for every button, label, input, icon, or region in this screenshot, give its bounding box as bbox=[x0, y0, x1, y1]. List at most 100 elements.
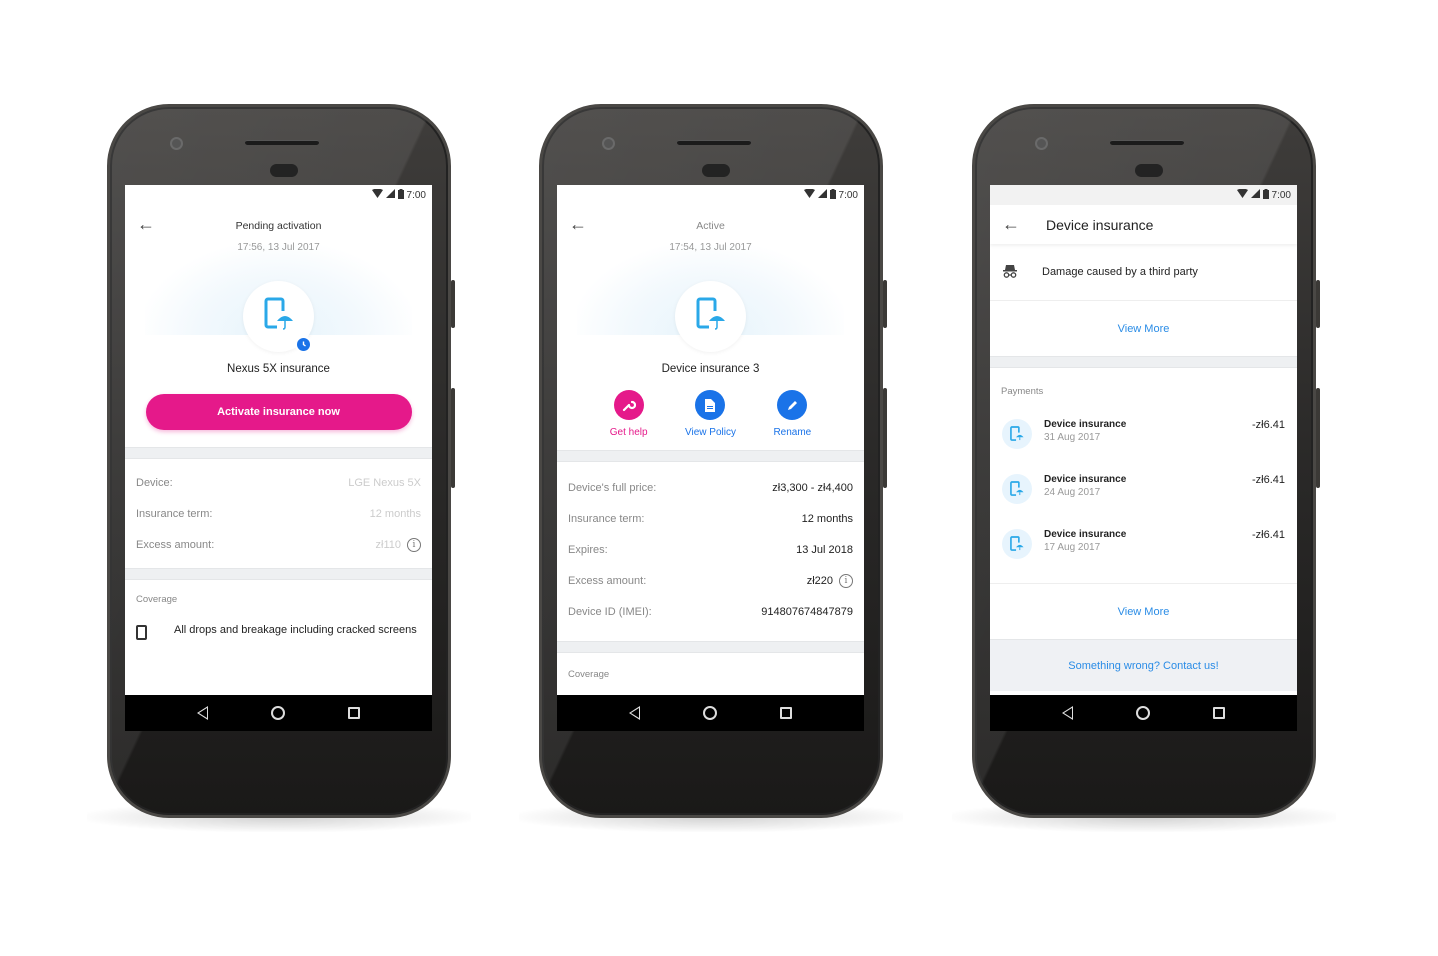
detail-row-full-price: Device's full price: zł3,300 - zł4,400 bbox=[568, 472, 853, 503]
detail-row-expires: Expires: 13 Jul 2018 bbox=[568, 534, 853, 565]
detail-label: Device: bbox=[136, 476, 173, 489]
hero-section: ← Active 17:54, 13 Jul 2017 Device insur… bbox=[557, 205, 864, 380]
section-divider bbox=[990, 356, 1297, 368]
coverage-text: Damage caused by a third party bbox=[1042, 266, 1198, 278]
detail-value: 13 Jul 2018 bbox=[796, 543, 853, 556]
status-title: Pending activation bbox=[235, 220, 322, 232]
nav-home-icon[interactable] bbox=[702, 706, 717, 720]
wrench-icon bbox=[613, 390, 644, 420]
nav-home-icon[interactable] bbox=[1135, 706, 1150, 720]
volume-button bbox=[883, 388, 887, 488]
detail-value: 914807674847879 bbox=[761, 605, 853, 618]
detail-value: zł3,300 - zł4,400 bbox=[772, 481, 853, 494]
wifi-icon bbox=[371, 188, 383, 201]
clock-icon bbox=[295, 336, 312, 353]
payments-label: Payments bbox=[1001, 386, 1044, 397]
action-buttons: Get help View Policy Rename bbox=[557, 390, 864, 438]
phone-umbrella-icon bbox=[696, 297, 726, 336]
payment-row[interactable]: Device insurance 31 Aug 2017 -zł6.41 bbox=[990, 419, 1297, 474]
payment-amount: -zł6.41 bbox=[1251, 529, 1285, 541]
section-divider bbox=[125, 447, 432, 459]
back-arrow-icon[interactable]: ← bbox=[1002, 214, 1020, 235]
detail-value: zł110 bbox=[375, 538, 401, 551]
nav-back-icon[interactable] bbox=[628, 706, 640, 720]
detail-label: Device's full price: bbox=[568, 481, 657, 494]
clock-time: 7:00 bbox=[1271, 189, 1291, 201]
timestamp: 17:54, 13 Jul 2017 bbox=[669, 242, 752, 253]
coverage-item: All drops and breakage including cracked… bbox=[125, 605, 432, 640]
android-nav-bar bbox=[125, 695, 432, 731]
clock-time: 7:00 bbox=[838, 189, 858, 201]
nav-home-icon[interactable] bbox=[270, 706, 285, 720]
power-button bbox=[883, 280, 887, 328]
rename-button[interactable]: Rename bbox=[773, 390, 811, 438]
coverage-item: Damage caused by a third party bbox=[990, 244, 1297, 301]
wifi-icon bbox=[1236, 188, 1248, 201]
detail-label: Insurance term: bbox=[136, 507, 213, 520]
signal-icon bbox=[385, 189, 395, 201]
device-name: Device insurance 3 bbox=[661, 363, 760, 375]
power-button bbox=[1316, 280, 1320, 328]
status-bar: 7:00 bbox=[990, 185, 1297, 205]
view-more-coverage-link[interactable]: View More bbox=[990, 301, 1297, 356]
details-list: Device: LGE Nexus 5X Insurance term: 12 … bbox=[125, 459, 432, 568]
speaker-grille bbox=[677, 140, 751, 145]
activate-insurance-button[interactable]: Activate insurance now bbox=[145, 394, 412, 430]
detail-row-device: Device: LGE Nexus 5X bbox=[136, 467, 421, 498]
view-more-payments-link[interactable]: View More bbox=[990, 584, 1297, 639]
battery-icon bbox=[829, 188, 836, 202]
payment-amount: -zł6.41 bbox=[1251, 474, 1285, 486]
detail-value-wrap: zł110 i bbox=[375, 537, 421, 552]
device-icon-circle bbox=[675, 281, 746, 352]
info-icon[interactable]: i bbox=[407, 537, 421, 552]
info-icon[interactable]: i bbox=[839, 573, 853, 588]
proximity-sensor bbox=[1135, 164, 1163, 177]
volume-button bbox=[451, 388, 455, 488]
detail-value: zł220 bbox=[806, 574, 833, 587]
phone-umbrella-icon bbox=[1002, 419, 1032, 449]
payment-row[interactable]: Device insurance 24 Aug 2017 -zł6.41 bbox=[990, 474, 1297, 529]
nav-recents-icon[interactable] bbox=[780, 707, 793, 719]
nav-back-icon[interactable] bbox=[196, 706, 208, 720]
proximity-sensor bbox=[702, 164, 730, 177]
nav-recents-icon[interactable] bbox=[348, 707, 361, 719]
front-camera bbox=[602, 137, 615, 150]
signal-icon bbox=[1250, 189, 1260, 201]
view-policy-label: View Policy bbox=[685, 427, 736, 438]
device-name: Nexus 5X insurance bbox=[227, 363, 330, 375]
phone-umbrella-icon bbox=[1002, 529, 1032, 559]
get-help-button[interactable]: Get help bbox=[610, 390, 648, 438]
coverage-label: Coverage bbox=[136, 594, 178, 605]
proximity-sensor bbox=[270, 164, 298, 177]
phone-3: 7:00 ← Device insurance Damage caused by… bbox=[952, 104, 1336, 832]
front-camera bbox=[1035, 137, 1048, 150]
payment-name: Device insurance bbox=[1044, 419, 1127, 430]
payment-name: Device insurance bbox=[1044, 474, 1127, 485]
android-nav-bar bbox=[990, 695, 1297, 731]
status-title: Active bbox=[696, 220, 725, 232]
detail-value: 12 months bbox=[369, 507, 421, 520]
nav-recents-icon[interactable] bbox=[1213, 707, 1226, 719]
status-bar: 7:00 bbox=[125, 185, 432, 205]
detail-value: LGE Nexus 5X bbox=[348, 476, 421, 489]
nav-back-icon[interactable] bbox=[1061, 706, 1073, 720]
section-divider bbox=[557, 641, 864, 653]
rename-label: Rename bbox=[773, 427, 812, 438]
document-icon bbox=[695, 390, 726, 420]
view-policy-button[interactable]: View Policy bbox=[685, 390, 736, 438]
power-button bbox=[451, 280, 455, 328]
incognito-icon bbox=[1002, 264, 1018, 281]
coverage-label: Coverage bbox=[568, 669, 610, 680]
contact-us-link[interactable]: Something wrong? Contact us! bbox=[990, 639, 1297, 691]
payment-date: 17 Aug 2017 bbox=[1044, 542, 1101, 553]
detail-value: 12 months bbox=[801, 512, 853, 525]
detail-label: Excess amount: bbox=[136, 538, 215, 551]
front-camera bbox=[170, 137, 183, 150]
speaker-grille bbox=[1110, 140, 1184, 145]
wifi-icon bbox=[803, 188, 815, 201]
payment-name: Device insurance bbox=[1044, 529, 1127, 540]
screen-active-insurance: 7:00 ← Active 17:54, 13 Jul 2017 Device … bbox=[557, 185, 864, 731]
payment-row[interactable]: Device insurance 17 Aug 2017 -zł6.41 bbox=[990, 529, 1297, 584]
status-bar: 7:00 bbox=[557, 185, 864, 205]
detail-label: Insurance term: bbox=[568, 512, 645, 525]
